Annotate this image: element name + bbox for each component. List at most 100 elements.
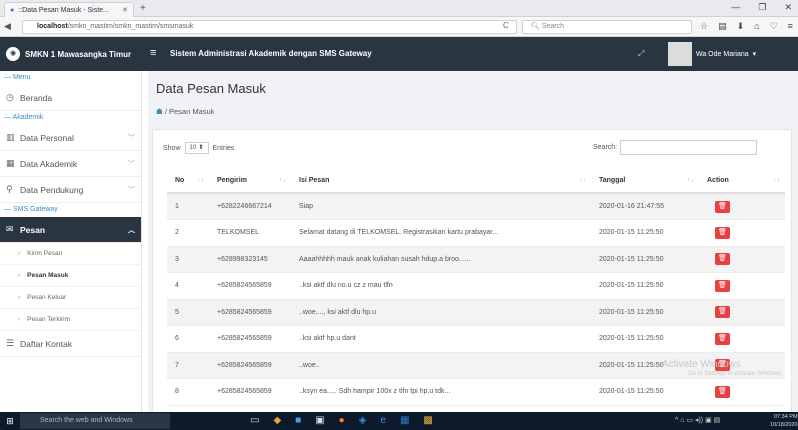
trash-icon: 🗑︎ — [718, 255, 727, 263]
chevron-down-icon: ﹀ — [128, 186, 135, 194]
sidebar-subitem-pesan-masuk[interactable]: › Pesan Masuk — [0, 265, 141, 287]
maximize-icon[interactable]: ❐ — [758, 2, 766, 13]
app-icon[interactable]: ▩ — [423, 415, 432, 426]
sidebar-section-menu: — Menu — [4, 74, 31, 81]
entries-label: Entries — [212, 144, 235, 152]
cell-action: 🗑︎ — [699, 299, 785, 326]
col-label: No — [175, 176, 185, 184]
main-content: Data Pesan Masuk ☗ / Pesan Masuk Show 10… — [148, 71, 798, 419]
fullscreen-icon[interactable]: ⤢ — [638, 49, 644, 59]
download-icon[interactable]: ⬇ — [737, 21, 745, 32]
cell-action: 🗑︎ — [699, 193, 785, 220]
sort-icon: ↑↓ — [279, 176, 286, 184]
sidebar-item-daftar-kontak[interactable]: ☰ Daftar Kontak — [0, 331, 141, 357]
chevron-right-icon: › — [18, 272, 21, 279]
cell-no: 8 — [167, 378, 209, 406]
cell-no: 3 — [167, 246, 209, 273]
store-icon[interactable]: ▣ — [315, 415, 324, 426]
sidebar-item-data-pendukung[interactable]: ⚲ Data Pendukung ﹀ — [0, 177, 141, 203]
sidebar-item-label: Data Pendukung — [20, 184, 84, 195]
page-length-select[interactable]: 10 ⬍ — [184, 142, 209, 154]
cell-no: 6 — [167, 325, 209, 353]
hamburger-icon[interactable]: ≡ — [150, 47, 156, 59]
cell-tanggal: 2020-01-15 11:25:50 — [591, 325, 699, 353]
page-length-value: 10 — [189, 144, 197, 151]
cell-pengirim: +6285824565859 — [209, 272, 291, 300]
sidebar-subitem-kirim-pesan[interactable]: › Kirim Pesan — [0, 243, 141, 265]
app-icon[interactable]: ■ — [295, 415, 301, 426]
delete-button[interactable]: 🗑︎ — [715, 306, 730, 319]
cell-isi: Selamat datang di TELKOMSEL. Registrasik… — [291, 219, 591, 247]
new-tab-button[interactable]: + — [140, 3, 146, 14]
avatar — [668, 42, 692, 66]
taskbar-clock[interactable]: 07:34 PM 10/18/2020 — [770, 413, 798, 429]
browser-tab[interactable]: ● ::Data Pesan Masuk - Siste... ✕ — [4, 2, 134, 17]
cell-isi: Siap — [291, 193, 591, 220]
reading-list-icon[interactable]: ▤ — [718, 21, 727, 32]
app-icon[interactable]: ▦ — [400, 415, 409, 426]
sidebar-section-sms: — SMS Gateway — [4, 206, 58, 213]
reload-icon[interactable]: C — [503, 21, 509, 30]
cell-isi: ..woe...., ksi aktf dlu hp.u — [291, 299, 591, 326]
app-icon[interactable]: ◆ — [273, 415, 281, 426]
col-isi-pesan[interactable]: Isi Pesan ↑↓ — [291, 168, 591, 194]
close-tab-icon[interactable]: ✕ — [122, 6, 128, 14]
sidebar-subitem-pesan-terkirim[interactable]: › Pesan Terkirim — [0, 309, 141, 331]
system-tray-icons[interactable]: ^ ⌂ ▭ ◂)) ▣ ▤ — [675, 416, 720, 424]
page-title: Data Pesan Masuk — [156, 81, 266, 96]
user-menu[interactable]: Wa Ode Mariana ▾ — [668, 42, 756, 66]
cell-action: 🗑︎ — [699, 325, 785, 353]
trash-icon: 🗑︎ — [718, 387, 727, 395]
cell-pengirim: +628998323145 — [209, 246, 291, 273]
brand[interactable]: ◉ SMKN 1 Mawasangka Timur — [0, 37, 142, 71]
taskbar-search[interactable]: Search the web and Windows — [20, 413, 170, 429]
activate-windows-watermark: Activate Windows — [662, 359, 741, 370]
pocket-icon[interactable]: ♡ — [770, 21, 778, 32]
delete-button[interactable]: 🗑︎ — [715, 200, 730, 213]
col-action[interactable]: Action ↑↓ — [699, 168, 785, 194]
delete-button[interactable]: 🗑︎ — [715, 332, 730, 345]
sidebar-item-beranda[interactable]: ◷ Beranda — [0, 85, 141, 111]
sidebar-item-data-personal[interactable]: ▥ Data Personal ﹀ — [0, 125, 141, 151]
url-field[interactable]: localhost/smkn_mastim/smkn_mastim/smsmas… — [22, 20, 517, 34]
col-tanggal[interactable]: Tanggal ↑↓ — [591, 168, 699, 194]
close-window-icon[interactable]: ✕ — [784, 2, 792, 13]
sidebar-subitem-pesan-keluar[interactable]: › Pesan Keluar — [0, 287, 141, 309]
delete-button[interactable]: 🗑︎ — [715, 279, 730, 292]
col-no[interactable]: No ↑↓ — [167, 168, 209, 194]
cell-no: 5 — [167, 299, 209, 326]
windows-start-icon[interactable]: ⊞ — [4, 415, 16, 427]
table-header-row: No ↑↓ Pengirim ↑↓ Isi Pesan ↑↓ Tanggal ↑↓ A… — [167, 168, 785, 194]
delete-button[interactable]: 🗑︎ — [715, 253, 730, 266]
clock-time: 07:34 PM — [773, 414, 798, 420]
bookmark-star-icon[interactable]: ☆ — [700, 21, 708, 32]
browser-search-field[interactable]: 🔍︎ Search — [522, 20, 692, 34]
user-name: Wa Ode Mariana — [696, 50, 749, 58]
col-label: Action — [707, 176, 729, 184]
search-input[interactable] — [620, 140, 758, 155]
table-row: 2 TELKOMSEL Selamat datang di TELKOMSEL. R… — [167, 219, 785, 247]
delete-button[interactable]: 🗑︎ — [715, 385, 730, 398]
cell-tanggal: 2020-01-15 11:25:50 — [591, 299, 699, 326]
delete-button[interactable]: 🗑︎ — [715, 226, 730, 239]
sidebar-item-label: Beranda — [20, 92, 53, 103]
task-view-icon[interactable]: ▭ — [250, 415, 259, 426]
firefox-icon[interactable]: ● — [339, 415, 345, 426]
breadcrumb-current: / Pesan Masuk — [164, 107, 215, 116]
back-icon[interactable]: ◀ — [4, 21, 11, 32]
chevron-down-icon: ﹀ — [128, 160, 135, 168]
sidebar-item-pesan[interactable]: ✉ Pesan ︿ — [0, 217, 141, 243]
app-icon[interactable]: ◈ — [359, 415, 367, 426]
menu-icon[interactable]: ≡ — [788, 21, 793, 32]
cell-tanggal: 2020-01-16 21:47:55 — [591, 193, 699, 220]
home-icon[interactable]: ☗ — [156, 107, 163, 116]
edge-icon[interactable]: e — [380, 415, 386, 426]
sort-icon: ↑↓ — [687, 176, 694, 184]
cell-tanggal: 2020-01-15 11:25:50 — [591, 272, 699, 300]
cell-isi: ..woe.. — [291, 352, 591, 379]
home-icon[interactable]: ⌂ — [754, 21, 759, 32]
col-pengirim[interactable]: Pengirim ↑↓ — [209, 168, 291, 194]
minimize-icon[interactable]: — — [731, 2, 740, 13]
sidebar-subitem-label: Pesan Keluar — [27, 294, 67, 301]
sidebar-item-data-akademik[interactable]: ▦ Data Akademik ﹀ — [0, 151, 141, 177]
